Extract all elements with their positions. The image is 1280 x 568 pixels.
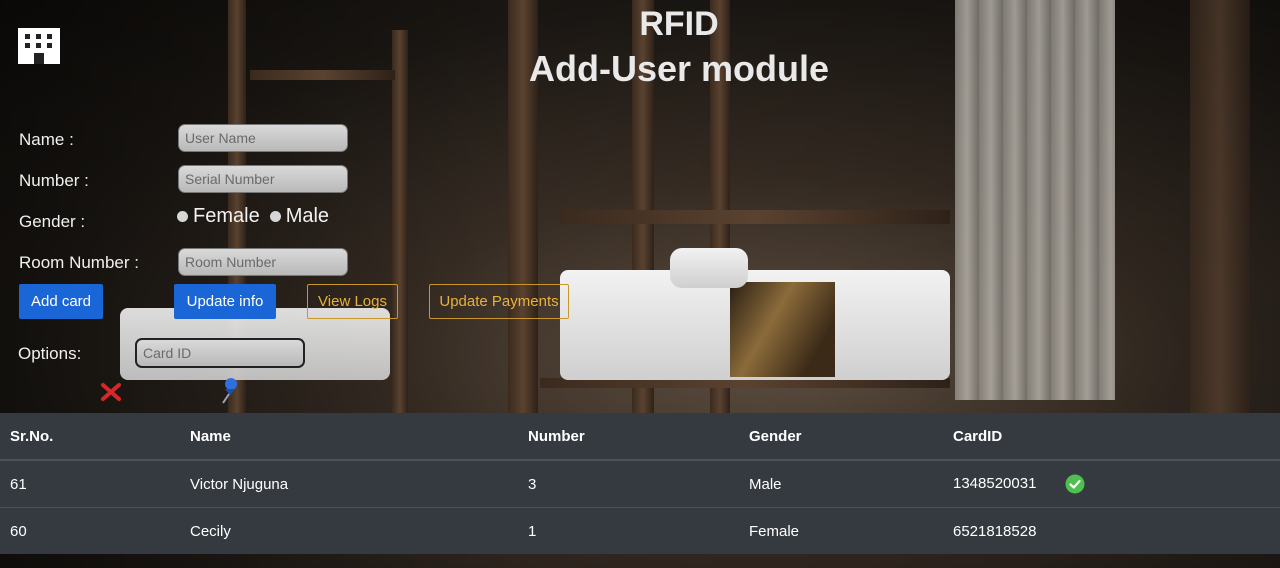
table-header-row: Sr.No. Name Number Gender CardID: [0, 413, 1280, 461]
cell-gender: Female: [739, 507, 943, 554]
gender-label: Gender :: [19, 212, 86, 231]
room-number-input[interactable]: [178, 248, 348, 276]
cell-name: Victor Njuguna: [180, 459, 518, 508]
cell-name: Cecily: [180, 507, 518, 554]
card-id-value: 6521818528: [953, 522, 1037, 540]
card-id-input[interactable]: [135, 338, 305, 368]
radio-dot-icon: [177, 211, 188, 222]
table-row[interactable]: 60 Cecily 1 Female 6521818528: [0, 507, 1280, 554]
card-id-value: 1348520031: [953, 474, 1037, 492]
cell-sr: 60: [0, 507, 180, 554]
cell-number: 3: [518, 459, 739, 508]
column-header: Gender: [739, 413, 943, 461]
table-row[interactable]: 61 Victor Njuguna 3 Male 1348520031: [0, 459, 1280, 508]
gender-option-label: Male: [285, 205, 330, 227]
serial-number-input[interactable]: [178, 165, 348, 193]
cell-number: 1: [518, 507, 739, 554]
gender-radio-male[interactable]: Male: [269, 205, 330, 228]
number-label: Number :: [19, 171, 89, 190]
add-card-button[interactable]: Add card: [19, 284, 103, 319]
cell-gender: Male: [739, 459, 943, 508]
page-subtitle: Add-User module: [528, 48, 830, 89]
cell-card: 6521818528: [943, 507, 1280, 554]
column-header: Number: [518, 413, 739, 461]
name-input[interactable]: [178, 124, 348, 152]
cell-card: 1348520031: [943, 459, 1280, 508]
check-circle-icon: [1065, 474, 1085, 494]
radio-dot-icon: [269, 211, 281, 222]
push-pin-icon[interactable]: [218, 377, 240, 405]
name-label: Name :: [19, 130, 74, 149]
update-payments-button[interactable]: Update Payments: [429, 284, 569, 319]
column-header: CardID: [943, 413, 1280, 461]
column-header: Sr.No.: [0, 413, 180, 461]
column-header: Name: [180, 413, 518, 461]
users-table: Sr.No. Name Number Gender CardID 61 Vict…: [0, 413, 1280, 554]
gender-option-label: Female: [193, 205, 260, 227]
gender-radio-female[interactable]: Female: [177, 205, 260, 228]
gender-radio-group: Female Male: [177, 205, 339, 228]
page-title: RFID: [639, 5, 719, 43]
red-x-icon[interactable]: [100, 381, 122, 403]
cell-sr: 61: [0, 459, 180, 508]
view-logs-button[interactable]: View Logs: [307, 284, 398, 319]
room-number-label: Room Number :: [19, 253, 139, 272]
options-label: Options:: [18, 344, 82, 363]
update-info-button[interactable]: Update info: [174, 284, 276, 319]
